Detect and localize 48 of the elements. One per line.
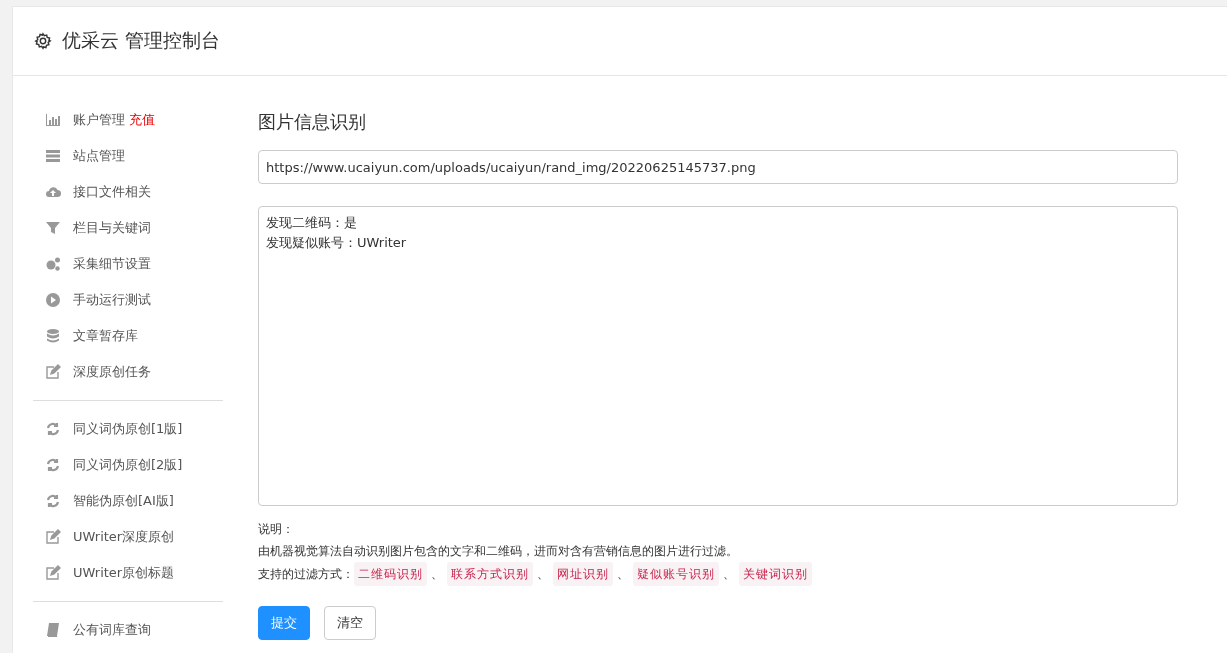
settings-icon — [34, 32, 52, 50]
filter-method-tag: 疑似账号识别 — [633, 562, 719, 586]
chart-icon — [45, 112, 61, 128]
notes-heading: 说明： — [258, 521, 295, 538]
refresh-icon — [45, 421, 61, 437]
clear-button[interactable]: 清空 — [324, 606, 376, 640]
notes-description: 由机器视觉算法自动识别图片包含的文字和二维码，进而对含有营销信息的图片进行过滤。 — [258, 543, 739, 560]
sidebar-item[interactable]: UWriter原创标题 — [13, 555, 223, 591]
filter-method-tag: 联系方式识别 — [447, 562, 533, 586]
sidebar-item[interactable]: UWriter深度原创 — [13, 519, 223, 555]
methods-label: 支持的过滤方式： — [258, 566, 354, 583]
console-title: 优采云 管理控制台 — [62, 28, 221, 53]
server-icon — [45, 148, 61, 164]
filter-method-tag: 二维码识别 — [354, 562, 427, 586]
edit-icon — [45, 565, 61, 581]
sidebar-item[interactable]: 深度原创任务 — [13, 354, 223, 390]
refresh-icon — [45, 493, 61, 509]
sidebar-item[interactable]: 接口文件相关 — [13, 174, 223, 210]
cloud-icon — [45, 184, 61, 200]
sidebar-item[interactable]: 站点管理 — [13, 138, 223, 174]
filter-method-tag: 关键词识别 — [739, 562, 812, 586]
sidebar-item[interactable]: 账户管理 充值 — [13, 102, 223, 138]
sidebar-item[interactable]: 栏目与关键词 — [13, 210, 223, 246]
sidebar-item[interactable]: 文章暂存库 — [13, 318, 223, 354]
result-line: 发现疑似账号：UWriter — [266, 234, 408, 252]
filter-method-tag: 网址识别 — [553, 562, 613, 586]
result-area[interactable]: 发现二维码：是 发现疑似账号：UWriter — [258, 206, 1178, 506]
sidebar-item[interactable]: 同义词伪原创[2版] — [13, 447, 223, 483]
separator: 、 — [723, 566, 735, 583]
separator: 、 — [431, 566, 443, 583]
play-icon — [45, 292, 61, 308]
sidebar-item[interactable]: 手动运行测试 — [13, 282, 223, 318]
sidebar-item[interactable]: 智能伪原创[AI版] — [13, 483, 223, 519]
edit-icon — [45, 529, 61, 545]
edit-icon — [45, 364, 61, 380]
recharge-link[interactable]: 充值 — [129, 111, 155, 129]
result-line: 发现二维码：是 — [266, 214, 358, 232]
separator: 、 — [617, 566, 629, 583]
database-icon — [45, 328, 61, 344]
filter-icon — [45, 220, 61, 236]
sidebar-item[interactable]: 同义词伪原创[1版] — [13, 411, 223, 447]
sidebar-item[interactable]: 采集细节设置 — [13, 246, 223, 282]
sidebar-item[interactable]: 公有词库查询 — [13, 612, 223, 648]
section-title: 图片信息识别 — [258, 110, 367, 134]
refresh-icon — [45, 457, 61, 473]
separator: 、 — [537, 566, 549, 583]
url-field[interactable]: https://www.ucaiyun.com/uploads/ucaiyun/rand_img/20220625145737.png — [258, 150, 1178, 184]
book-icon — [45, 622, 61, 638]
